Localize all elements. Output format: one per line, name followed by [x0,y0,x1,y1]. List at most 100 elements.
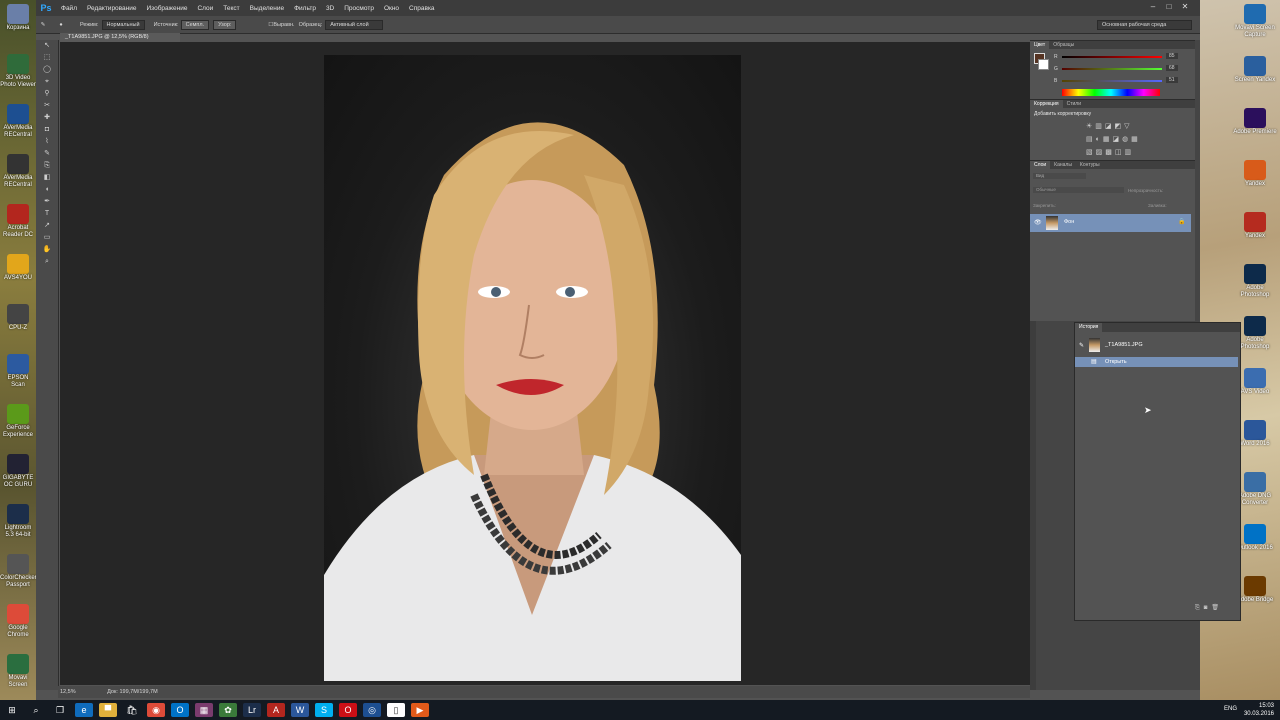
adjustment-icons[interactable]: ☀▥◪◩▽ ▤◐▦◪◍▦ ▧▨▩◫▥ [1086,120,1146,159]
acrobat-icon[interactable]: A [267,703,285,717]
desktop-icon[interactable]: Adobe Photoshop [1232,264,1278,299]
tool-icon[interactable]: ⌇ [36,136,58,148]
search-icon[interactable]: ⌕ [27,703,45,717]
desktop-icon[interactable]: 3D Video Photo Viewer [0,54,36,89]
g-value[interactable]: 68 [1166,65,1178,71]
app2-icon[interactable]: ✿ [219,703,237,717]
menu-item[interactable]: Текст [218,5,244,12]
menu-item[interactable]: Выделение [245,5,289,12]
source-pattern-button[interactable]: Узор: [213,19,237,30]
minimize-button[interactable]: – [1146,2,1160,12]
layer-row-background[interactable]: 👁 Фон 🔒 [1030,214,1191,232]
tab-styles[interactable]: Стили [1063,100,1085,108]
desktop-icon[interactable]: Корзина [0,4,36,32]
tool-icon[interactable]: ✋ [36,244,58,256]
desktop-icon[interactable]: Movavi Screen Capture [1232,4,1278,39]
language-indicator[interactable]: ENG [1224,706,1237,712]
desktop-icon[interactable]: Acrobat Reader DC [0,204,36,239]
opera-icon[interactable]: O [339,703,357,717]
desktop-icon[interactable]: CPU-Z [0,304,36,332]
tool-icon[interactable]: ◧ [36,172,58,184]
doc-size[interactable]: Док: 199,7M/199,7M [77,689,158,695]
desktop-icon[interactable]: AVS4YOU [0,254,36,282]
store-icon[interactable]: 🛍 [123,703,141,717]
outlook-icon[interactable]: O [171,703,189,717]
mode-select[interactable]: Нормальный [101,19,145,30]
tool-icon[interactable]: ▭ [36,232,58,244]
menu-item[interactable]: Изображение [142,5,193,12]
tool-icon[interactable]: ⚲ [36,88,58,100]
desktop-icon[interactable]: Adobe Premiere [1232,108,1278,136]
document-tab[interactable]: _T1A9851.JPG @ 12,5% (RGB/8) [60,33,180,42]
app-icon[interactable]: ▦ [195,703,213,717]
tool-icon[interactable]: ⎘ [36,160,58,172]
tool-icon[interactable]: ✂ [36,100,58,112]
desktop-icon[interactable]: ColorChecker Passport [0,554,37,589]
desktop-icon[interactable]: Screen Yandex [1232,56,1278,84]
color-spectrum[interactable] [1062,89,1160,96]
zoom-level[interactable]: 12,5% [58,689,76,695]
b-value[interactable]: 51 [1166,77,1178,83]
tool-icon[interactable]: ◯ [36,64,58,76]
desktop-icon[interactable]: Yandex [1232,212,1278,240]
menu-item[interactable]: Справка [404,5,440,12]
maximize-button[interactable]: □ [1162,2,1176,12]
menu-item[interactable]: Файл [56,5,82,12]
history-title[interactable]: История [1075,323,1103,332]
desktop-icon[interactable]: Google Chrome [0,604,36,639]
tool-icon[interactable]: ◖ [36,184,58,196]
menu-item[interactable]: Окно [379,5,404,12]
history-snapshot[interactable]: ✎ _T1A9851.JPG [1075,337,1238,353]
clock[interactable]: 15:03 30.03.2016 [1244,702,1274,718]
task-view-icon[interactable]: ❐ [51,703,69,717]
layer-kind-filter[interactable]: Вид [1033,173,1086,179]
r-value[interactable]: 85 [1166,53,1178,59]
file-explorer-icon[interactable]: ▀ [99,703,117,717]
tool-icon[interactable]: ↗ [36,220,58,232]
blend-mode-select[interactable]: Обычные [1033,187,1124,193]
sample-select[interactable]: Активный слой [325,19,384,30]
desktop-icon[interactable]: AVerMedia RECentral [0,154,36,189]
tab-paths[interactable]: Контуры [1076,161,1104,169]
menu-item[interactable]: Слои [192,5,218,12]
tool-icon[interactable]: ⌖ [36,76,58,88]
history-actions[interactable]: ⎘◙🗑 [1195,604,1223,612]
tab-swatches[interactable]: Образцы [1049,41,1078,49]
menu-item[interactable]: 3D [321,5,339,12]
desktop-icon[interactable]: Lightroom 5.3 64-bit [0,504,36,539]
brush-size-icon[interactable]: ● [50,22,72,28]
chrome-icon[interactable]: ◉ [147,703,165,717]
tab-adjustments[interactable]: Коррекция [1030,100,1063,108]
r-slider[interactable] [1062,56,1162,58]
windows-start-icon[interactable]: ⊞ [3,703,21,717]
desktop-icon[interactable]: GIGABYTE OC GURU [0,454,36,489]
menu-item[interactable]: Фильтр [289,5,321,12]
b-slider[interactable] [1062,80,1162,82]
tool-icon[interactable]: ↖ [36,40,58,52]
skype-icon[interactable]: S [315,703,333,717]
background-swatch[interactable] [1038,59,1049,70]
tool-icon[interactable]: ✎ [36,148,58,160]
tab-color[interactable]: Цвет [1030,41,1050,49]
tool-icon[interactable]: ⬚ [36,52,58,64]
tool-icon[interactable]: ✒ [36,196,58,208]
tab-channels[interactable]: Каналы [1050,161,1076,169]
menu-item[interactable]: Редактирование [82,5,142,12]
desktop-icon[interactable]: Yandex [1232,160,1278,188]
history-brush-icon[interactable]: ✎ [1079,341,1084,351]
menu-item[interactable]: Просмотр [339,5,379,12]
tool-icon[interactable]: ◘ [36,124,58,136]
desktop-icon[interactable]: EPSON Scan [0,354,36,389]
avermedia-icon[interactable]: ◎ [363,703,381,717]
workspace-select[interactable]: Основная рабочая среда [1097,19,1192,30]
close-button[interactable]: ✕ [1178,2,1192,12]
notepad-icon[interactable]: ▯ [387,703,405,717]
edge-icon[interactable]: e [75,703,93,717]
tool-icon[interactable]: ⌕ [36,256,58,268]
tool-preset-icon[interactable]: ✎ [36,22,50,28]
app3-icon[interactable]: ▶ [411,703,429,717]
g-slider[interactable] [1062,68,1162,70]
history-step-open[interactable]: ▤ Открыть [1075,357,1238,367]
desktop-icon[interactable]: Movavi Screen [0,654,36,689]
tab-layers[interactable]: Слои [1030,161,1051,169]
